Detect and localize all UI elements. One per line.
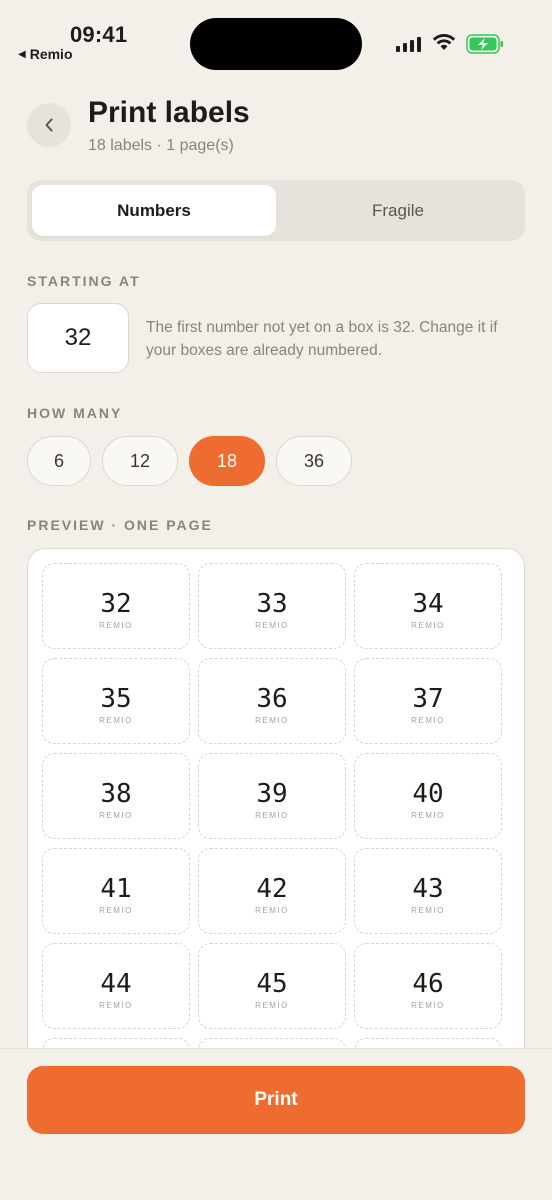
label-number: 34 xyxy=(412,588,444,619)
page-title: Print labels xyxy=(88,96,250,129)
wifi-icon xyxy=(432,34,456,50)
quantity-options: 6 12 18 36 xyxy=(27,436,352,486)
label-number: 40 xyxy=(412,778,444,809)
starting-at-label: STARTING AT xyxy=(27,273,141,289)
label-number: 36 xyxy=(256,683,288,714)
label-brand: REMIO xyxy=(255,905,289,915)
quantity-option-36[interactable]: 36 xyxy=(276,436,352,486)
preview-label-card: 42 REMIO xyxy=(198,848,346,934)
preview-label-card: 38 REMIO xyxy=(42,753,190,839)
label-number: 44 xyxy=(100,968,132,999)
label-brand: REMIO xyxy=(99,715,133,725)
preview-label-card: 45 REMIO xyxy=(198,943,346,1029)
label-number: 35 xyxy=(100,683,132,714)
page-subtitle: 18 labels · 1 page(s) xyxy=(88,137,234,154)
label-brand: REMIO xyxy=(255,1000,289,1010)
preview-label-card: 39 REMIO xyxy=(198,753,346,839)
print-button[interactable]: Print xyxy=(27,1066,525,1134)
label-number: 37 xyxy=(412,683,444,714)
cellular-signal-icon xyxy=(396,36,421,52)
quantity-option-12[interactable]: 12 xyxy=(102,436,178,486)
label-brand: REMIO xyxy=(411,905,445,915)
starting-number-input[interactable]: 32 xyxy=(27,303,129,373)
label-number: 39 xyxy=(256,778,288,809)
label-brand: REMIO xyxy=(411,1000,445,1010)
back-app-label: Remio xyxy=(29,46,73,62)
preview-label-card: 33 REMIO xyxy=(198,563,346,649)
label-grid: 32 REMIO 33 REMIO 34 REMIO 35 REMIO 36 REMIO 37 REM… xyxy=(42,563,502,1087)
bottom-action-bar: Print xyxy=(0,1048,552,1200)
status-bar: 09:41 ◀ Remio xyxy=(0,0,552,80)
preview-label-card: 34 REMIO xyxy=(354,563,502,649)
quantity-option-6[interactable]: 6 xyxy=(27,436,91,486)
preview-label-card: 44 REMIO xyxy=(42,943,190,1029)
preview-label-card: 35 REMIO xyxy=(42,658,190,744)
back-to-app-link[interactable]: ◀ Remio xyxy=(18,46,73,62)
back-triangle-icon: ◀ xyxy=(18,48,26,60)
dynamic-island xyxy=(190,18,362,70)
preview-label-card: 37 REMIO xyxy=(354,658,502,744)
label-brand: REMIO xyxy=(99,620,133,630)
label-number: 33 xyxy=(256,588,288,619)
preview-label-card: 46 REMIO xyxy=(354,943,502,1029)
preview-label-card: 36 REMIO xyxy=(198,658,346,744)
status-time: 09:41 xyxy=(70,22,128,47)
label-brand: REMIO xyxy=(255,715,289,725)
label-number: 43 xyxy=(412,873,444,904)
preview-label-card: 43 REMIO xyxy=(354,848,502,934)
preview-label-card: 41 REMIO xyxy=(42,848,190,934)
chevron-left-icon xyxy=(45,118,53,132)
how-many-label: HOW MANY xyxy=(27,405,123,421)
label-brand: REMIO xyxy=(411,810,445,820)
tab-fragile[interactable]: Fragile xyxy=(276,185,520,236)
preview-label-card: 40 REMIO xyxy=(354,753,502,839)
starting-at-help-text: The first number not yet on a box is 32.… xyxy=(146,319,498,360)
back-button[interactable] xyxy=(27,103,71,147)
quantity-option-18[interactable]: 18 xyxy=(189,436,265,486)
label-number: 38 xyxy=(100,778,132,809)
preview-label: PREVIEW · ONE PAGE xyxy=(27,517,213,533)
label-number: 32 xyxy=(100,588,132,619)
preview-label-card: 32 REMIO xyxy=(42,563,190,649)
label-brand: REMIO xyxy=(99,810,133,820)
label-brand: REMIO xyxy=(99,905,133,915)
battery-charging-icon xyxy=(466,34,503,54)
label-brand: REMIO xyxy=(411,620,445,630)
label-number: 42 xyxy=(256,873,288,904)
label-brand: REMIO xyxy=(255,810,289,820)
tab-numbers[interactable]: Numbers xyxy=(32,185,276,236)
label-preview-sheet[interactable]: 32 REMIO 33 REMIO 34 REMIO 35 REMIO 36 REMIO 37 REM… xyxy=(27,548,525,1088)
label-brand: REMIO xyxy=(99,1000,133,1010)
label-brand: REMIO xyxy=(255,620,289,630)
label-number: 46 xyxy=(412,968,444,999)
label-brand: REMIO xyxy=(411,715,445,725)
label-number: 45 xyxy=(256,968,288,999)
label-number: 41 xyxy=(100,873,132,904)
label-type-tabs: Numbers Fragile xyxy=(27,180,525,241)
